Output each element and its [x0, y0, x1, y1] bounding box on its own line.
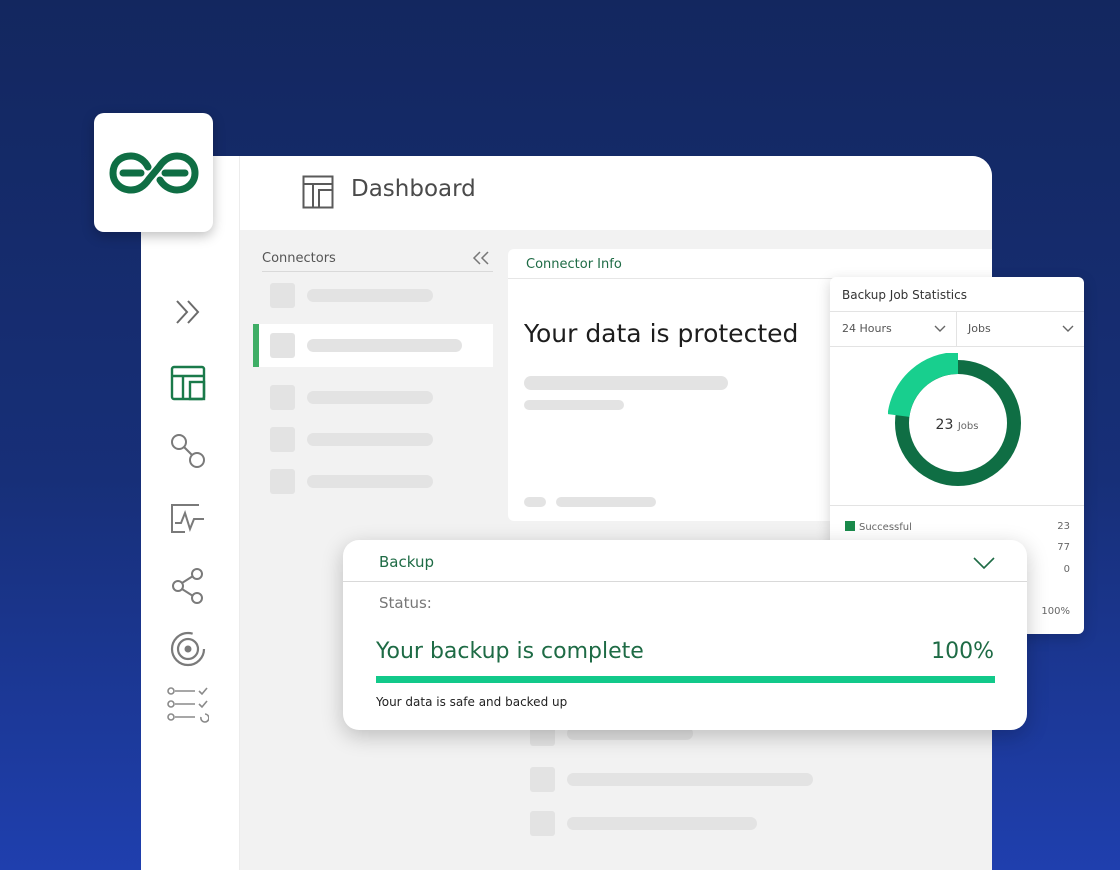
dashboard-layout-icon: [302, 175, 334, 213]
backup-percent: 100%: [931, 639, 994, 664]
selection-accent: [253, 324, 259, 367]
chevron-down-icon: [1062, 323, 1074, 336]
chevron-down-icon[interactable]: [973, 554, 995, 573]
dashboard-icon[interactable]: [167, 362, 209, 404]
divider: [343, 581, 1027, 582]
legend-label: Successful: [859, 522, 912, 533]
legend-swatch: [845, 521, 855, 531]
double-chevron-left-icon[interactable]: [472, 250, 490, 269]
placeholder-bar: [524, 497, 546, 507]
target-icon[interactable]: [167, 628, 209, 670]
placeholder-bar: [556, 497, 656, 507]
jobs-count: 23: [935, 417, 954, 433]
backup-note: Your data is safe and backed up: [376, 695, 568, 709]
monitor-icon[interactable]: [167, 498, 209, 540]
list-item: [530, 811, 830, 836]
divider: [830, 505, 1084, 506]
protection-headline: Your data is protected: [524, 319, 799, 348]
list-item-selected[interactable]: [253, 324, 493, 367]
backup-progress-bar: [376, 676, 995, 683]
page-header: Dashboard: [240, 156, 992, 230]
backup-status-card: Backup Status: Your backup is complete 1…: [343, 540, 1027, 730]
list-item: [530, 767, 830, 792]
legend-value: 77: [1057, 542, 1070, 553]
jobs-unit: Jobs: [957, 421, 979, 432]
connections-icon[interactable]: [167, 430, 209, 472]
list-item[interactable]: [270, 469, 490, 494]
chevron-down-icon: [934, 323, 946, 336]
donut-center-label: 23 Jobs: [830, 417, 1084, 433]
divider: [262, 271, 493, 272]
status-label: Status:: [379, 594, 432, 612]
backup-title: Backup: [379, 553, 434, 571]
donut-highlight-segment: [888, 353, 959, 418]
backup-message: Your backup is complete: [376, 639, 644, 664]
list-item[interactable]: [270, 385, 490, 410]
expand-icon[interactable]: [167, 291, 209, 333]
connectors-label: Connectors: [262, 251, 336, 266]
page-title: Dashboard: [351, 176, 476, 202]
placeholder-bar: [524, 400, 624, 410]
period-select[interactable]: 24 Hours: [830, 311, 956, 346]
metric-select[interactable]: Jobs: [956, 311, 1084, 346]
legend-row: Successful 23: [845, 521, 1070, 533]
app-logo: [94, 113, 213, 232]
legend-value: 23: [1057, 521, 1070, 532]
legend-value: 0: [1063, 564, 1070, 575]
infinity-logo-icon: [108, 151, 199, 194]
share-icon[interactable]: [167, 565, 209, 607]
connector-info-title: Connector Info: [526, 257, 622, 272]
divider: [830, 346, 1084, 347]
sidebar: [141, 156, 240, 870]
stats-title: Backup Job Statistics: [842, 288, 967, 302]
progress-fill: [376, 676, 995, 683]
list-item[interactable]: [270, 427, 490, 452]
period-select-value: 24 Hours: [842, 322, 892, 335]
stats-footer-percent: 100%: [1041, 606, 1070, 617]
list-item[interactable]: [270, 283, 490, 308]
metric-select-value: Jobs: [968, 322, 991, 335]
checklist-icon[interactable]: [167, 683, 209, 725]
placeholder-bar: [524, 376, 728, 390]
